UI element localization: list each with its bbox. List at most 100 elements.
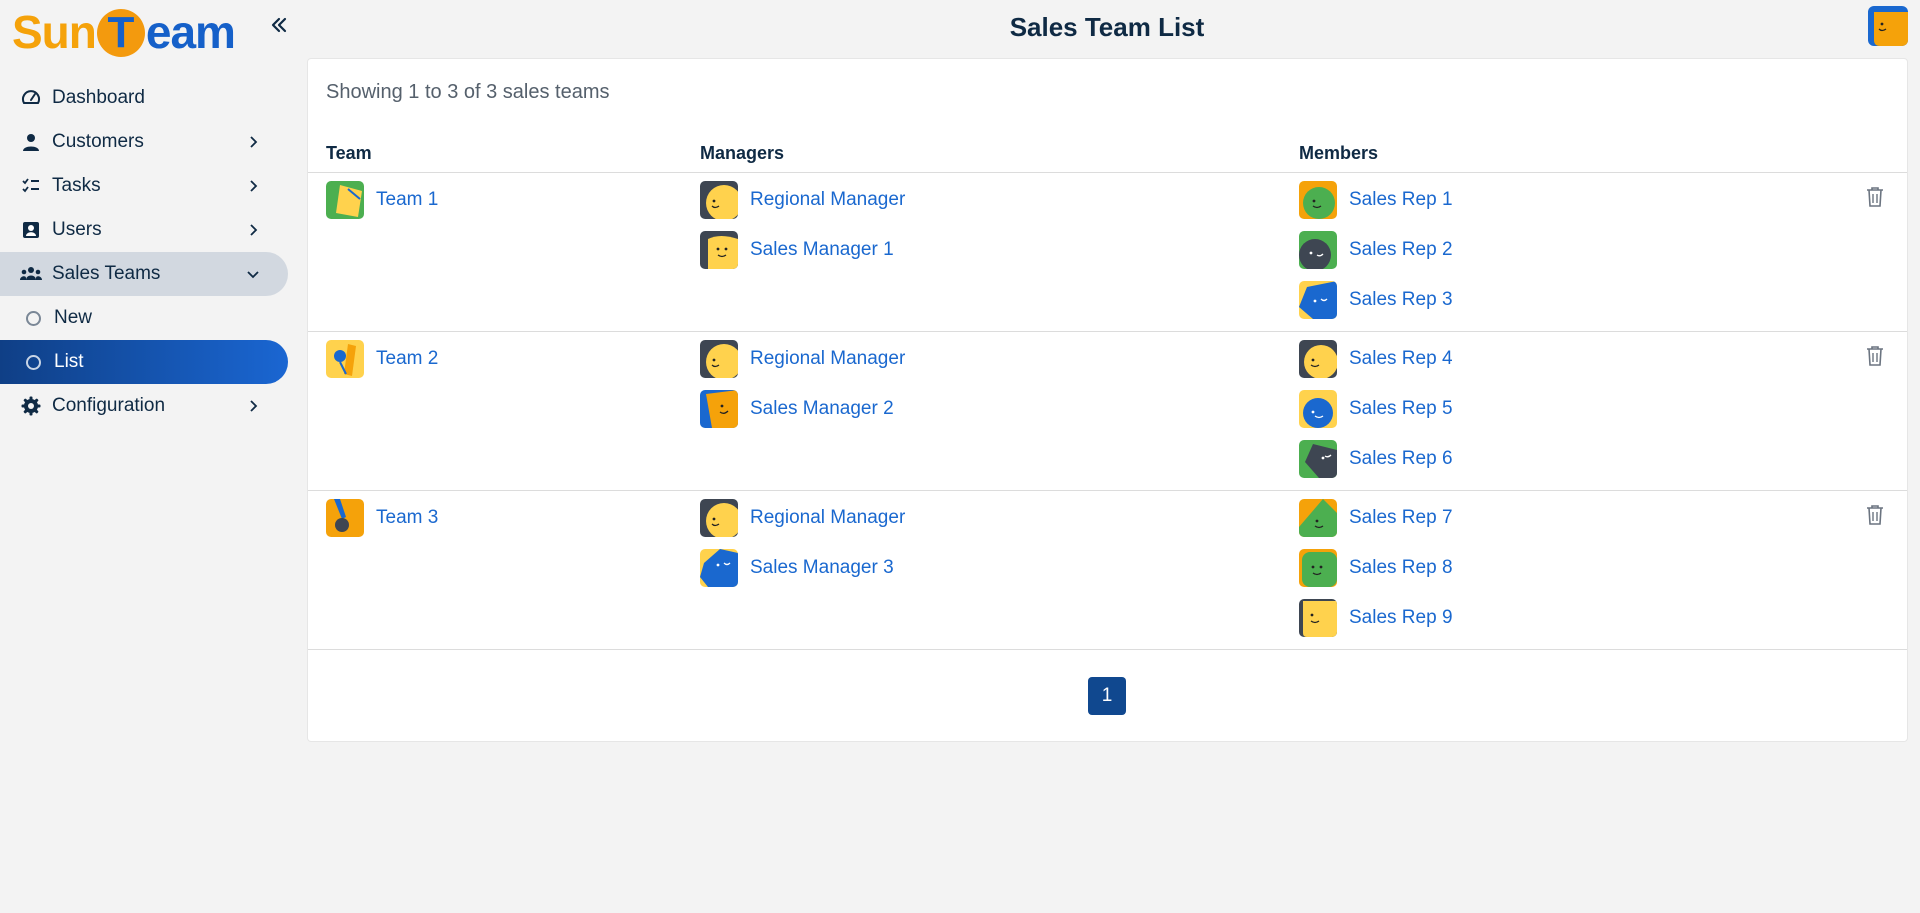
manager-name: Regional Manager — [750, 189, 906, 210]
member-avatar — [1299, 340, 1337, 378]
manager-name: Sales Manager 1 — [750, 239, 894, 260]
team-avatar — [326, 340, 364, 378]
pagination-page-button[interactable]: 1 — [1088, 677, 1126, 715]
sidebar-item-label: Configuration — [52, 395, 166, 416]
member-link[interactable]: Sales Rep 9 — [1299, 599, 1453, 637]
member-link[interactable]: Sales Rep 5 — [1299, 390, 1453, 428]
member-name: Sales Rep 4 — [1349, 348, 1453, 369]
circle-icon — [25, 310, 41, 326]
chevron-down-icon — [246, 267, 260, 281]
column-header-managers: Managers — [700, 143, 785, 163]
member-link[interactable]: Sales Rep 3 — [1299, 281, 1453, 319]
sidebar-item-users[interactable]: Users — [0, 208, 288, 252]
manager-avatar — [700, 340, 738, 378]
team-avatar — [326, 181, 364, 219]
member-link[interactable]: Sales Rep 1 — [1299, 181, 1453, 219]
user-card-icon — [20, 219, 42, 241]
trash-icon — [1867, 505, 1883, 525]
delete-team-button[interactable] — [1864, 185, 1886, 209]
sidebar-item-customers[interactable]: Customers — [0, 120, 288, 164]
sidebar-item-label: List — [54, 351, 84, 372]
double-chevron-left-icon — [271, 17, 287, 33]
manager-link[interactable]: Sales Manager 1 — [700, 231, 905, 269]
sales-team-table-card: Showing 1 to 3 of 3 sales teams Team Man… — [307, 58, 1908, 742]
chevron-right-icon — [246, 135, 260, 149]
sidebar-item-list[interactable]: List — [0, 340, 288, 384]
member-avatar — [1299, 181, 1337, 219]
member-avatar — [1299, 390, 1337, 428]
chevron-right-icon — [246, 399, 260, 413]
member-name: Sales Rep 6 — [1349, 448, 1453, 469]
member-avatar — [1299, 231, 1337, 269]
page-title: Sales Team List — [1009, 12, 1205, 42]
member-link[interactable]: Sales Rep 4 — [1299, 340, 1453, 378]
manager-link[interactable]: Sales Manager 2 — [700, 390, 905, 428]
sidebar-item-dashboard[interactable]: Dashboard — [0, 76, 288, 120]
manager-avatar — [700, 499, 738, 537]
sidebar-item-sales-teams[interactable]: Sales Teams — [0, 252, 288, 296]
table-row: Team 3 Regional Manager Sales Manager 3 … — [308, 491, 1907, 650]
manager-link[interactable]: Regional Manager — [700, 340, 905, 378]
checklist-icon — [20, 175, 42, 197]
gear-icon — [20, 395, 42, 417]
sidebar-item-new[interactable]: New — [0, 296, 288, 340]
team-link[interactable]: Team 1 — [326, 181, 438, 219]
team-name: Team 1 — [376, 189, 439, 210]
sidebar-item-label: Tasks — [52, 175, 101, 196]
member-link[interactable]: Sales Rep 2 — [1299, 231, 1453, 269]
sidebar: Sun Team Dashboard Customers Tasks Users… — [0, 0, 300, 913]
sidebar-item-label: Sales Teams — [52, 263, 161, 284]
team-link[interactable]: Team 2 — [326, 340, 438, 378]
user-avatar[interactable] — [1868, 6, 1908, 46]
sunteam-logo[interactable]: Sun Team — [12, 6, 236, 58]
sidebar-item-label: Dashboard — [52, 87, 145, 108]
manager-avatar — [700, 181, 738, 219]
manager-name: Regional Manager — [750, 507, 906, 528]
sidebar-nav: Dashboard Customers Tasks Users Sales Te… — [0, 76, 288, 428]
manager-name: Sales Manager 3 — [750, 557, 894, 578]
member-avatar — [1299, 440, 1337, 478]
sidebar-item-label: New — [54, 307, 93, 328]
manager-link[interactable]: Regional Manager — [700, 181, 905, 219]
manager-name: Regional Manager — [750, 348, 906, 369]
table-row: Team 2 Regional Manager Sales Manager 2 … — [308, 332, 1907, 491]
member-name: Sales Rep 9 — [1349, 607, 1453, 628]
member-avatar — [1299, 599, 1337, 637]
member-link[interactable]: Sales Rep 8 — [1299, 549, 1453, 587]
sidebar-item-tasks[interactable]: Tasks — [0, 164, 288, 208]
sidebar-item-configuration[interactable]: Configuration — [0, 384, 288, 428]
group-icon — [20, 263, 42, 285]
speedometer-icon — [20, 87, 42, 109]
team-name: Team 2 — [376, 348, 439, 369]
member-name: Sales Rep 1 — [1349, 189, 1453, 210]
team-avatar — [326, 499, 364, 537]
member-name: Sales Rep 7 — [1349, 507, 1453, 528]
column-header-members: Members — [1299, 143, 1379, 163]
table-header: Team Managers Members — [308, 141, 1907, 173]
sidebar-item-label: Customers — [52, 131, 144, 152]
member-name: Sales Rep 2 — [1349, 239, 1453, 260]
sidebar-item-label: Users — [52, 219, 102, 240]
delete-team-button[interactable] — [1864, 503, 1886, 527]
trash-icon — [1867, 187, 1883, 207]
manager-avatar — [700, 549, 738, 587]
member-avatar — [1299, 549, 1337, 587]
chevron-right-icon — [246, 223, 260, 237]
column-header-team: Team — [326, 143, 372, 163]
member-name: Sales Rep 5 — [1349, 398, 1453, 419]
manager-link[interactable]: Regional Manager — [700, 499, 905, 537]
member-avatar — [1299, 281, 1337, 319]
manager-avatar — [700, 231, 738, 269]
member-avatar — [1299, 499, 1337, 537]
collapse-sidebar-button[interactable] — [266, 10, 292, 40]
circle-icon — [25, 354, 41, 370]
manager-link[interactable]: Sales Manager 3 — [700, 549, 905, 587]
member-link[interactable]: Sales Rep 6 — [1299, 440, 1453, 478]
member-link[interactable]: Sales Rep 7 — [1299, 499, 1453, 537]
table-row: Team 1 Regional Manager Sales Manager 1 … — [308, 173, 1907, 332]
delete-team-button[interactable] — [1864, 344, 1886, 368]
chevron-right-icon — [246, 179, 260, 193]
member-name: Sales Rep 3 — [1349, 289, 1453, 310]
team-link[interactable]: Team 3 — [326, 499, 438, 537]
results-summary: Showing 1 to 3 of 3 sales teams — [326, 81, 610, 103]
